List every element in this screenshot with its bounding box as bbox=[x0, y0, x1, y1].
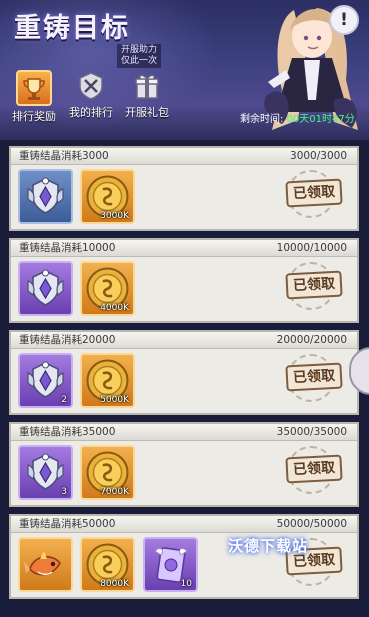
page-title: 重铸目标 bbox=[14, 13, 130, 44]
task-progress: 20000/20000 bbox=[276, 334, 347, 346]
crest-icon bbox=[27, 269, 64, 306]
remaining-time-label: 剩余时间: bbox=[240, 114, 284, 125]
task-title: 重铸结晶消耗50000 bbox=[19, 518, 116, 530]
tab-server-gift[interactable]: 开服礼包 bbox=[119, 70, 175, 120]
task-header: 重铸结晶消耗35000 35000/35000 bbox=[11, 424, 357, 441]
tab-my-rank-label: 我的排行 bbox=[69, 106, 113, 119]
task-title: 重铸结晶消耗35000 bbox=[19, 426, 116, 438]
reward-item-coin[interactable]: 3000K bbox=[80, 169, 135, 224]
tab-server-gift-label: 开服礼包 bbox=[125, 106, 169, 119]
task-header: 重铸结晶消耗3000 3000/3000 bbox=[11, 148, 357, 165]
watermark: 沃德下载站 bbox=[228, 537, 309, 555]
task-progress: 10000/10000 bbox=[276, 242, 347, 254]
task-card: 重铸结晶消耗10000 10000/10000 4000K 已领取 bbox=[9, 238, 359, 323]
crossed-swords-icon bbox=[75, 70, 107, 102]
task-title: 重铸结晶消耗20000 bbox=[19, 334, 116, 346]
gift-icon bbox=[131, 70, 163, 102]
task-card: 重铸结晶消耗20000 20000/20000 2 5000K 已领取 bbox=[9, 330, 359, 415]
task-card: 重铸结晶消耗35000 35000/35000 3 7000K 已领取 bbox=[9, 422, 359, 507]
task-card: 重铸结晶消耗3000 3000/3000 3000K 已领取 bbox=[9, 146, 359, 231]
claimed-label: 已领取 bbox=[285, 454, 343, 484]
claimed-stamp: 已领取 bbox=[283, 446, 343, 494]
reward-item-card[interactable]: 10 bbox=[143, 537, 198, 592]
reward-item-crest[interactable] bbox=[18, 261, 73, 316]
reward-count: 3 bbox=[61, 487, 67, 497]
claimed-stamp: 已领取 bbox=[283, 354, 343, 402]
reward-count: 3000K bbox=[100, 211, 129, 221]
task-progress: 35000/35000 bbox=[276, 426, 347, 438]
claimed-label: 已领取 bbox=[285, 270, 343, 300]
reward-item-coin[interactable]: 5000K bbox=[80, 353, 135, 408]
task-progress: 3000/3000 bbox=[290, 150, 347, 162]
reward-item-coin[interactable]: 7000K bbox=[80, 445, 135, 500]
reward-item-fish[interactable] bbox=[18, 537, 73, 592]
task-header: 重铸结晶消耗10000 10000/10000 bbox=[11, 240, 357, 257]
reward-count: 5000K bbox=[100, 395, 129, 405]
tab-my-rank[interactable]: 我的排行 bbox=[63, 70, 119, 120]
subtitle-line-1: 开服助力 bbox=[121, 45, 158, 55]
subtitle-line-2: 仅此一次 bbox=[121, 56, 158, 66]
reward-item-coin[interactable]: 4000K bbox=[80, 261, 135, 316]
tab-rank-rewards[interactable]: 排行奖励 bbox=[6, 70, 62, 124]
task-card: 重铸结晶消耗50000 50000/50000 8000K 10 已领取 bbox=[9, 514, 359, 599]
help-button[interactable]: ! bbox=[329, 5, 359, 35]
event-banner: 重铸目标 开服助力 仅此一次 ! 排行奖励 我的排行 开服礼包 剩余时间: 00… bbox=[0, 0, 369, 140]
reward-count: 8000K bbox=[100, 579, 129, 589]
claimed-stamp: 已领取 bbox=[283, 262, 343, 310]
tab-rank-rewards-label: 排行奖励 bbox=[12, 110, 56, 123]
reward-item-crest[interactable]: 3 bbox=[18, 445, 73, 500]
remaining-time: 剩余时间: 00天01时47分 bbox=[240, 110, 355, 125]
remaining-time-value: 00天01时47分 bbox=[286, 114, 355, 125]
task-progress: 50000/50000 bbox=[276, 518, 347, 530]
reward-item-crest[interactable] bbox=[18, 169, 73, 224]
reward-count: 10 bbox=[180, 579, 192, 589]
claimed-label: 已领取 bbox=[285, 362, 343, 392]
fish-icon bbox=[24, 551, 61, 576]
reward-item-crest[interactable]: 2 bbox=[18, 353, 73, 408]
claimed-stamp: 已领取 bbox=[283, 170, 343, 218]
reward-count: 2 bbox=[61, 395, 67, 405]
task-title: 重铸结晶消耗3000 bbox=[19, 150, 109, 162]
claimed-label: 已领取 bbox=[285, 178, 343, 208]
task-title: 重铸结晶消耗10000 bbox=[19, 242, 116, 254]
task-header: 重铸结晶消耗20000 20000/20000 bbox=[11, 332, 357, 349]
reward-item-coin[interactable]: 8000K bbox=[80, 537, 135, 592]
event-subtitle: 开服助力 仅此一次 bbox=[117, 44, 162, 68]
crest-icon bbox=[27, 177, 64, 214]
reward-count: 4000K bbox=[100, 303, 129, 313]
reward-count: 7000K bbox=[100, 487, 129, 497]
task-header: 重铸结晶消耗50000 50000/50000 bbox=[11, 516, 357, 533]
trophy-icon bbox=[16, 70, 52, 106]
